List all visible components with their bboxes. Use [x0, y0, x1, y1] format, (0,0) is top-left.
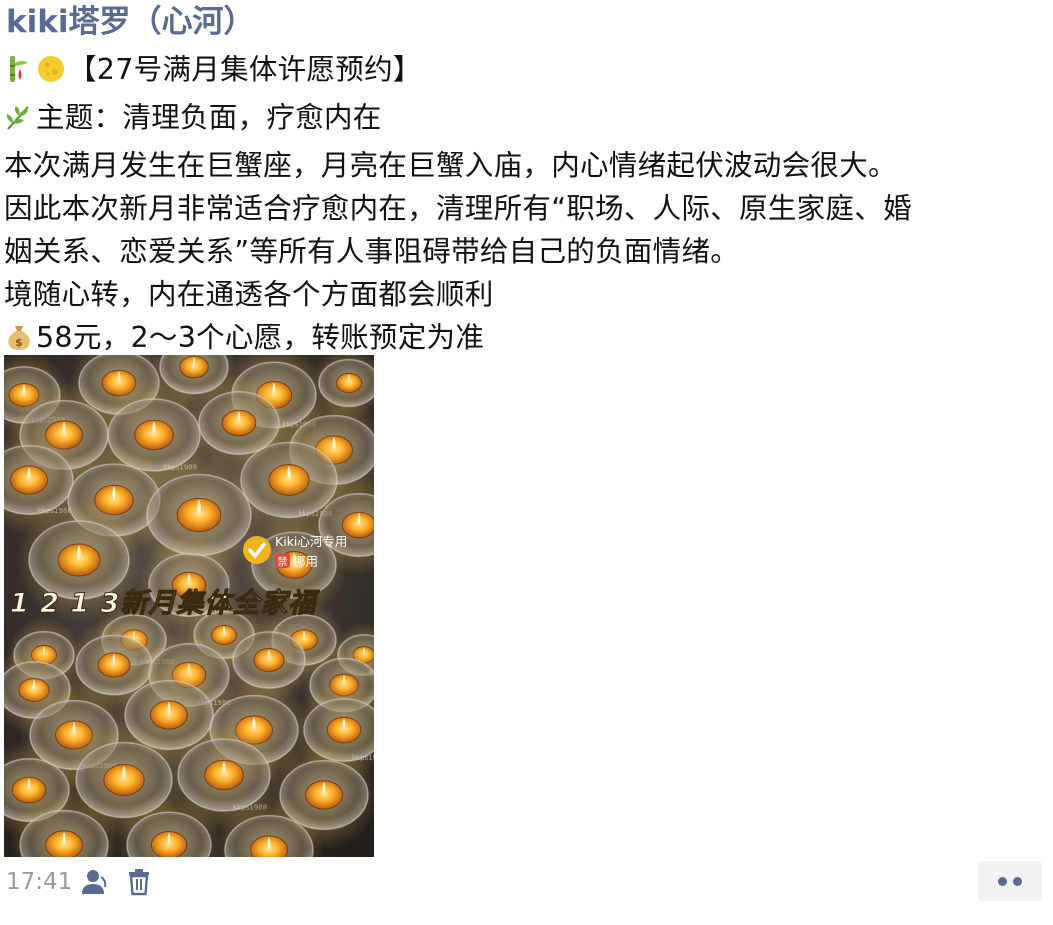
- post-theme-line: 主题：清理负面，疗愈内在: [4, 96, 1050, 144]
- more-dots-icon: [998, 876, 1007, 886]
- stamp-sub: 挪用: [293, 554, 318, 569]
- candle-photo-illustration: kkps1988kkps1988kkps1988kkps1988kkps1988…: [4, 355, 374, 857]
- post-theme: 主题：清理负面，疗愈内在: [36, 101, 382, 134]
- post-paragraph-line-2: 因此本次新月非常适合疗愈内在，清理所有“职场、人际、原生家庭、婚: [4, 192, 912, 225]
- post-photo[interactable]: kkps1988kkps1988kkps1988kkps1988kkps1988…: [4, 355, 374, 857]
- svg-text:$: $: [15, 336, 23, 349]
- stamp-badge: 禁: [277, 556, 288, 568]
- post-paragraph-line-3: 姻关系、恋爱关系”等所有人事阻碍带给自己的负面情绪。: [4, 235, 740, 268]
- post-motto: 境随心转，内在通透各个方面都会顺利: [4, 278, 494, 311]
- post-title-line: 【27号满月集体许愿预约】: [4, 48, 1050, 96]
- herb-icon: [4, 101, 34, 144]
- full-moon-icon: [36, 53, 66, 96]
- more-button[interactable]: [978, 861, 1042, 901]
- author-name[interactable]: kiki塔罗（心河）: [6, 2, 254, 42]
- post-paragraph-line-1: 本次满月发生在巨蟹座，月亮在巨蟹入庙，内心情绪起伏波动会很大。: [4, 149, 897, 182]
- post-body: 【27号满月集体许愿预约】 主题：清理负面，疗愈内在 本次满月发生在巨蟹座，月亮…: [4, 48, 1050, 364]
- people-icon[interactable]: [78, 866, 112, 898]
- more-dot-2: [1013, 876, 1022, 886]
- photo-caption: 1 2 1 3新月集体全家福: [10, 588, 320, 619]
- trash-icon[interactable]: [122, 866, 156, 898]
- stamp-text: Kiki心河专用: [275, 534, 347, 549]
- post-price: 58元，2～3个心愿，转账预定为准: [36, 321, 485, 354]
- post-time: 17:41: [6, 869, 73, 895]
- bamboo-icon: [4, 53, 34, 96]
- post-title: 【27号满月集体许愿预约】: [68, 53, 422, 86]
